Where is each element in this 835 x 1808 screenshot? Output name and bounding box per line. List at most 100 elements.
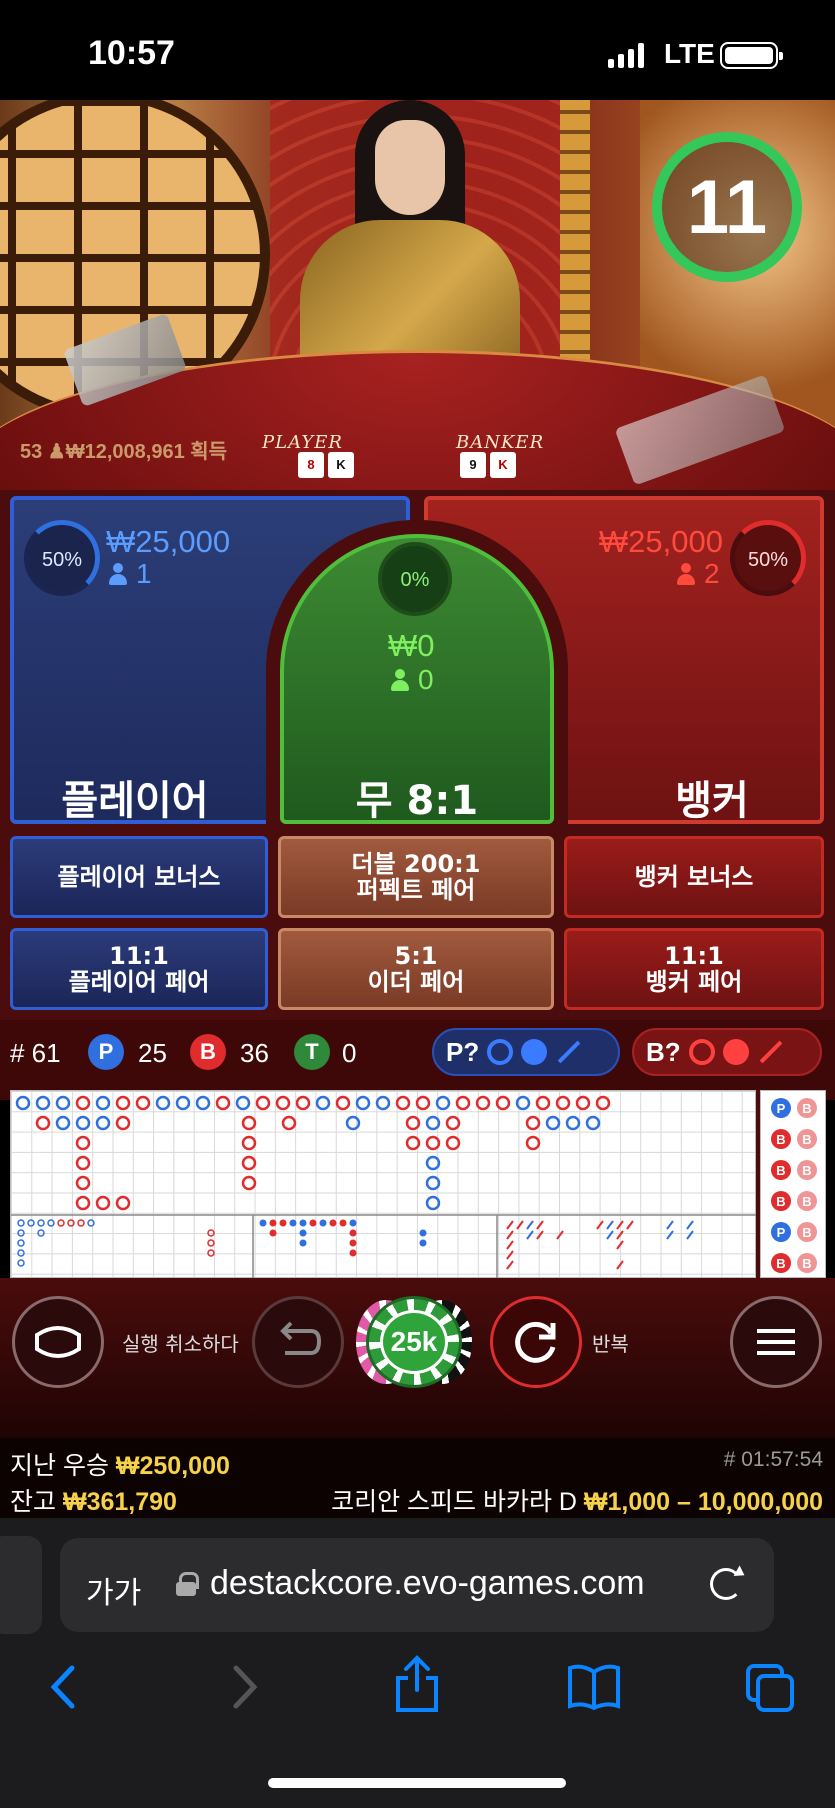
reader-settings-button[interactable]: 가가 [86, 1568, 141, 1612]
either-pair-button[interactable]: 5:1 이더 페어 [278, 928, 554, 1010]
svg-text:B: B [802, 1194, 811, 1209]
person-icon [676, 563, 696, 585]
banker-bettor-count-value: 2 [704, 558, 720, 589]
banker-bonus-button[interactable]: 뱅커 보너스 [564, 836, 824, 918]
forward-button[interactable] [222, 1662, 266, 1716]
status-time: 10:57 [88, 34, 175, 72]
banker-cards: 9 K [460, 452, 516, 478]
slash-icon [759, 1040, 782, 1064]
tie-total-amount: ₩0 [388, 628, 435, 663]
winners-summary: 53 ♟₩12,008,961 획득 [20, 441, 228, 463]
banker-pair-label: 뱅커 페어 [645, 968, 743, 996]
countdown-value: 11 [686, 165, 768, 250]
player-pair-button[interactable]: 11:1 플레이어 페어 [10, 928, 268, 1010]
tie-bettor-count-value: 0 [418, 664, 434, 695]
banker-total-amount: ₩25,000 [598, 524, 723, 559]
banker-bet-label: 뱅커 [675, 778, 749, 824]
player-pair-label: 플레이어 페어 [68, 968, 210, 996]
svg-text:B: B [802, 1163, 811, 1178]
player-bonus-button[interactable]: 플레이어 보너스 [10, 836, 268, 918]
repeat-icon [515, 1321, 556, 1363]
player-percent-ring: 50% [24, 520, 100, 596]
person-icon [390, 669, 410, 691]
player-seat-label: PLAYER [262, 432, 343, 453]
lobby-button[interactable] [12, 1296, 104, 1388]
chip-value: 25k [380, 1310, 448, 1374]
tabs-button[interactable] [744, 1662, 798, 1718]
svg-text:B: B [802, 1256, 811, 1271]
back-button[interactable] [42, 1662, 86, 1716]
ask-road-marks: P B B B B B B B P B B B [771, 1098, 817, 1273]
status-bar: 10:57 LTE [0, 0, 835, 100]
banker-card-1: 9 [460, 452, 486, 478]
banker-win-count: 36 [240, 1038, 269, 1068]
player-bettor-count: 1 [108, 558, 152, 590]
tie-bettor-count: 0 [390, 664, 434, 696]
banker-ask-button[interactable]: B? [632, 1028, 822, 1076]
tabs-icon [746, 1664, 794, 1712]
undo-icon [280, 1321, 322, 1355]
banker-bettor-count: 2 [676, 558, 720, 590]
ask-road-4: B [776, 1194, 785, 1209]
ask-road-1: P [777, 1101, 786, 1116]
ask-road-panel[interactable]: P B B B B B B B P B B B [760, 1090, 826, 1278]
signal-icon [608, 42, 644, 68]
table-name: 코리안 스피드 바카라 D [331, 1488, 577, 1516]
player-ask-button[interactable]: P? [432, 1028, 620, 1076]
chevron-left-icon [50, 1665, 75, 1709]
ask-road-6: B [776, 1256, 785, 1271]
banker-card-2: K [490, 452, 516, 478]
round-number: # 61 [10, 1038, 61, 1068]
table-icon [35, 1326, 81, 1358]
banker-win-badge: B [190, 1034, 226, 1070]
menu-button[interactable] [730, 1296, 822, 1388]
banker-seat-label: BANKER [456, 432, 545, 453]
countdown-timer: 11 [652, 132, 802, 282]
slash-icon [557, 1040, 581, 1064]
player-bettor-count-value: 1 [136, 558, 152, 589]
chip-selector[interactable]: 25k [356, 1296, 472, 1388]
roadmap-scoreboard[interactable] [10, 1090, 757, 1279]
tie-win-badge: T [294, 1034, 330, 1070]
banker-percent-ring: 50% [730, 520, 806, 596]
url-text[interactable]: destackcore.evo-games.com [210, 1564, 645, 1603]
reload-icon[interactable] [710, 1568, 742, 1600]
banker-pair-odds: 11:1 [664, 942, 724, 970]
last-win: 지난 우승 ₩250,000 [10, 1446, 230, 1482]
banker-pair-button[interactable]: 11:1 뱅커 페어 [564, 928, 824, 1010]
tie-percent-ring: 0% [378, 542, 452, 616]
bookmarks-button[interactable] [566, 1662, 622, 1716]
undo-button[interactable] [252, 1296, 344, 1388]
ring-icon [688, 1039, 715, 1065]
dot-icon [521, 1039, 548, 1065]
battery-icon [720, 42, 783, 69]
ask-road-5: P [777, 1225, 786, 1240]
share-button[interactable] [392, 1654, 442, 1718]
player-bet-label: 플레이어 [61, 778, 209, 824]
network-type: LTE [664, 38, 715, 69]
tie-bet-label: 무 8:1 [355, 778, 479, 824]
repeat-label: 반복 [592, 1332, 629, 1356]
repeat-button[interactable] [490, 1296, 582, 1388]
balance-value: ₩361,790 [62, 1488, 177, 1516]
svg-text:B: B [802, 1101, 811, 1116]
round-time: # 01:57:54 [723, 1448, 823, 1471]
svg-text:B: B [802, 1225, 811, 1240]
player-card-1: 8 [298, 452, 324, 478]
lock-icon [176, 1572, 199, 1596]
home-indicator [268, 1778, 566, 1788]
perfect-pair-button[interactable]: 더블 200:1 퍼펙트 페어 [278, 836, 554, 918]
last-win-value: ₩250,000 [115, 1452, 230, 1480]
player-win-count: 25 [138, 1038, 167, 1068]
previous-tab-stub[interactable] [0, 1536, 42, 1634]
player-pair-odds: 11:1 [109, 942, 169, 970]
either-pair-label: 이더 페어 [367, 968, 465, 996]
balance: 잔고 ₩361,790 [10, 1482, 177, 1518]
table-info: 코리안 스피드 바카라 D ₩1,000 – 10,000,000 [331, 1482, 823, 1518]
player-total-amount: ₩25,000 [106, 524, 231, 559]
perfect-pair-odds: 더블 200:1 [351, 850, 481, 878]
dot-icon [722, 1039, 749, 1065]
balance-label: 잔고 [10, 1488, 57, 1516]
undo-label: 실행 취소하다 [122, 1332, 239, 1356]
ask-road-2: B [776, 1132, 785, 1147]
